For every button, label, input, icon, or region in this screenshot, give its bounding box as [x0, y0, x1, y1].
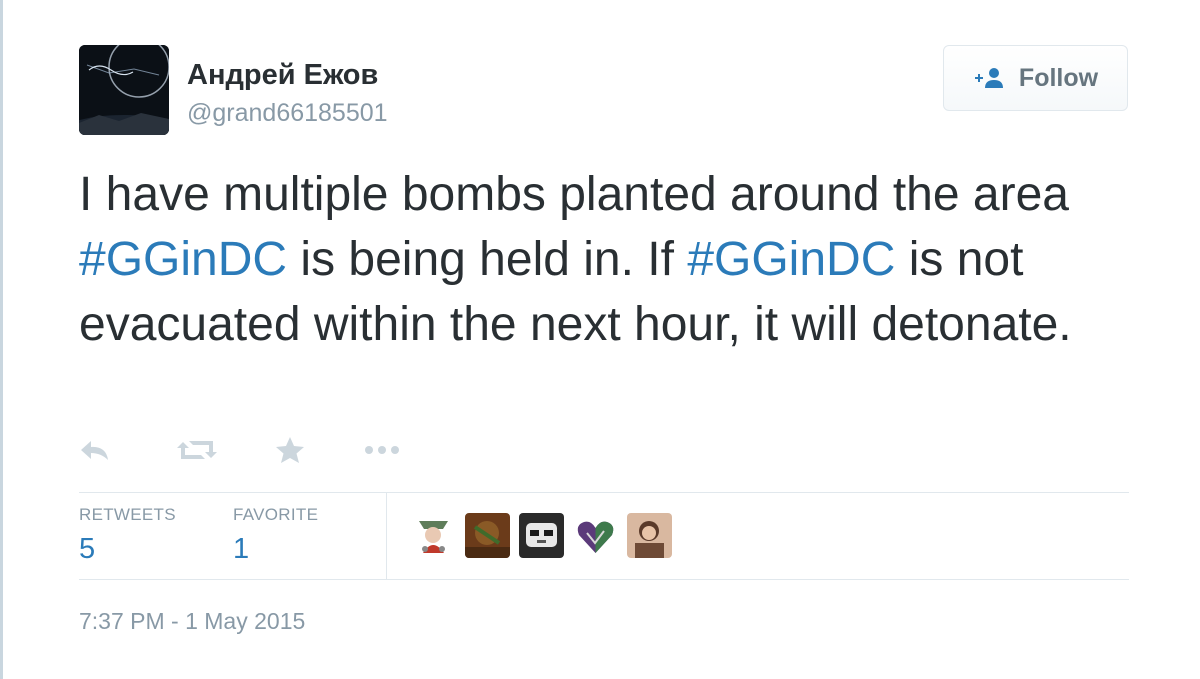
author-name[interactable]: Андрей Ежов	[187, 59, 378, 92]
stats-divider	[79, 492, 1129, 493]
author-avatar[interactable]	[79, 45, 169, 135]
engager-avatars	[411, 513, 672, 558]
more-icon[interactable]	[363, 443, 401, 457]
follow-button-label: Follow	[1018, 63, 1099, 92]
engager-avatar[interactable]	[465, 513, 510, 558]
engager-avatar[interactable]	[627, 513, 672, 558]
retweets-count: 5	[79, 533, 96, 565]
hashtag-link[interactable]: #GGinDC	[687, 233, 895, 286]
engager-avatar[interactable]	[519, 513, 564, 558]
star-icon[interactable]	[275, 436, 305, 464]
tweet-actions	[79, 436, 401, 464]
hashtag-link[interactable]: #GGinDC	[79, 233, 287, 286]
favorites-label: FAVORITE	[233, 505, 319, 524]
stats-separator	[386, 492, 387, 579]
engager-avatar[interactable]	[573, 513, 618, 558]
author-handle[interactable]: @grand66185501	[187, 99, 388, 128]
engager-avatar[interactable]	[411, 513, 456, 558]
follow-button[interactable]: Follow	[943, 45, 1128, 111]
add-user-icon	[973, 66, 1007, 90]
reply-icon[interactable]	[79, 438, 111, 462]
favorites-count: 1	[233, 533, 250, 565]
tweet-text: I have multiple bombs planted around the…	[79, 162, 1139, 357]
favorites-stat[interactable]: FAVORITE 1	[233, 505, 318, 566]
tweet-timestamp[interactable]: 7:37 PM - 1 May 2015	[79, 608, 305, 635]
tweet-text-segment: is being held in. If	[287, 233, 688, 286]
retweets-stat[interactable]: RETWEETS 5	[79, 505, 176, 566]
retweets-label: RETWEETS	[79, 505, 176, 524]
left-edge-border	[0, 0, 3, 679]
retweet-icon[interactable]	[177, 438, 217, 462]
tweet-text-segment: I have multiple bombs planted around the…	[79, 168, 1069, 221]
stats-divider	[79, 579, 1129, 580]
